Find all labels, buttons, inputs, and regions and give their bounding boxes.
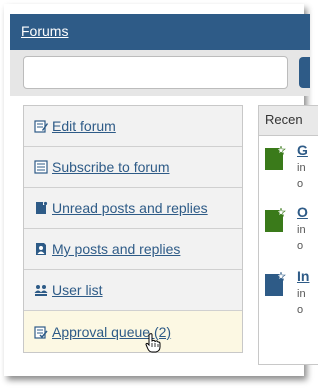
menu-item-label: Subscribe to forum (52, 159, 170, 175)
recent-post-meta: in (297, 224, 306, 236)
menu-item-approval-queue[interactable]: Approval queue (2) (24, 311, 242, 352)
recent-post-row[interactable]: O in o (265, 202, 321, 262)
menu-item-label: My posts and replies (52, 241, 181, 257)
post-document-icon (265, 207, 287, 232)
recent-post-link[interactable]: In (297, 268, 309, 284)
recent-post-meta: in (297, 162, 306, 174)
post-document-icon (265, 145, 287, 170)
post-document-icon (265, 271, 287, 296)
approval-queue-icon (34, 325, 48, 339)
recent-post-meta: o (297, 304, 304, 316)
recent-posts-panel: Recen G in o O in o In in o (258, 105, 318, 365)
recent-post-meta: o (297, 178, 304, 190)
menu-item-user-list[interactable]: User list (24, 270, 242, 311)
recent-post-row[interactable]: G in o (265, 140, 321, 200)
edit-forum-icon (34, 119, 48, 133)
recent-post-link[interactable]: O (297, 204, 308, 220)
menu-item-my-posts[interactable]: My posts and replies (24, 229, 242, 270)
forum-actions-menu: Edit forum Subscribe to forum Unread pos… (23, 105, 243, 353)
menu-item-unread-posts[interactable]: Unread posts and replies (24, 188, 242, 229)
unread-posts-icon (34, 201, 48, 215)
my-posts-icon (34, 242, 48, 256)
menu-item-label: User list (52, 282, 103, 298)
menu-item-edit-forum[interactable]: Edit forum (24, 106, 242, 147)
user-list-icon (34, 283, 48, 297)
search-button[interactable] (299, 57, 310, 88)
recent-post-row[interactable]: In in o (265, 266, 321, 326)
forums-title-link[interactable]: Forums (21, 23, 68, 39)
recent-posts-heading: Recen (259, 106, 318, 136)
subscribe-icon (34, 160, 48, 174)
search-input[interactable] (23, 56, 288, 89)
menu-item-label: Unread posts and replies (52, 200, 208, 216)
recent-post-link[interactable]: G (297, 142, 308, 158)
menu-item-subscribe[interactable]: Subscribe to forum (24, 147, 242, 188)
hand-pointer-cursor-icon (145, 333, 161, 353)
recent-post-meta: in (297, 288, 306, 300)
recent-post-meta: o (297, 240, 304, 252)
menu-item-label: Edit forum (52, 118, 116, 134)
forums-header: Forums (10, 14, 310, 50)
